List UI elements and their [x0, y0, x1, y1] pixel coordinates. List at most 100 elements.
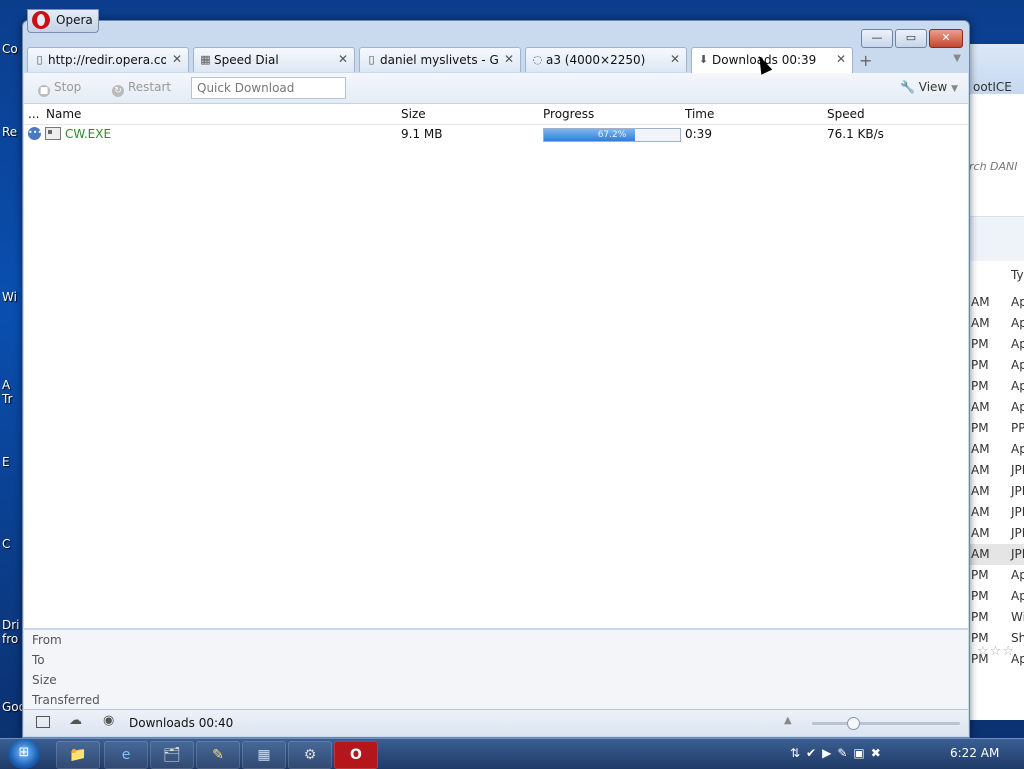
restart-button[interactable]: ↻ Restart [112, 80, 171, 97]
stop-label: Stop [54, 80, 82, 94]
new-tab-button[interactable]: + [859, 51, 872, 70]
explorer-file-type: Wi [1011, 610, 1024, 624]
explorer-search-input[interactable]: rch DANI [969, 160, 1018, 173]
tab-close-icon[interactable]: ✕ [338, 52, 348, 66]
tab-image[interactable]: ◌ a3 (4000×2250) ✕ [525, 47, 687, 72]
zoom-slider-knob[interactable] [847, 717, 861, 730]
tab-bar: ▯ http://redir.opera.co... ✕ ▦ Speed Dia… [27, 47, 963, 74]
explorer-file-type: Sh [1011, 631, 1024, 645]
column-time[interactable]: Time [685, 107, 714, 121]
details-size-label: Size [32, 673, 57, 687]
explorer-file-time: AM [971, 295, 990, 309]
download-row[interactable]: ••• CW.EXE 9.1 MB 67.2% 0:39 76.1 KB/s [24, 124, 968, 144]
explorer-file-type: Ap [1011, 316, 1024, 330]
maximize-button[interactable]: ▭ [895, 29, 927, 48]
desktop-icon-label[interactable]: A Tr [2, 378, 13, 406]
desktop-icon-label[interactable]: C [2, 537, 10, 551]
taskbar: ⊞ 📁 e 🗂 ✎ ▦ ⚙ O ⇅✔▶✎▣✖ 6:22 AM [0, 738, 1024, 769]
explorer-file-row[interactable]: PM Ap [961, 355, 1024, 376]
explorer-file-row[interactable]: PM PP [961, 418, 1024, 439]
explorer-file-type: Ap [1011, 358, 1024, 372]
tab-label: a3 (4000×2250) [546, 53, 646, 67]
view-label: View [918, 80, 948, 94]
taskbar-app[interactable]: 🗂 [150, 741, 194, 769]
tab-list-chevron-icon[interactable]: ▼ [953, 53, 961, 64]
minimize-button[interactable]: — [861, 29, 893, 48]
explorer-column-type[interactable]: Ty [1011, 268, 1024, 282]
explorer-address[interactable]: ootICE [973, 80, 1012, 94]
zoom-up-icon[interactable]: ▲ [784, 715, 792, 726]
explorer-file-type: JPE [1011, 463, 1024, 477]
opera-menu-button[interactable]: Opera [27, 9, 99, 33]
tab-close-icon[interactable]: ✕ [172, 52, 182, 66]
details-from-label: From [32, 633, 62, 647]
taskbar-notes[interactable]: ✎ [196, 741, 240, 769]
desktop-icon-label[interactable]: Co [2, 42, 18, 56]
taskbar-app-3[interactable]: ⚙ [288, 741, 332, 769]
close-window-button[interactable]: ✕ [929, 29, 963, 48]
taskbar-clock[interactable]: 6:22 AM [950, 746, 999, 760]
explorer-file-row[interactable]: AM JPE [961, 544, 1024, 565]
explorer-file-time: AM [971, 505, 990, 519]
column-size[interactable]: Size [401, 107, 426, 121]
explorer-file-type: Ap [1011, 589, 1024, 603]
opera-window: Opera — ▭ ✕ ▯ http://redir.opera.co... ✕… [22, 9, 970, 738]
taskbar-app-2[interactable]: ▦ [242, 741, 286, 769]
opera-menu-label: Opera [56, 13, 93, 27]
tab-downloads[interactable]: ⬇ Downloads 00:39 ✕ [691, 47, 853, 74]
explorer-file-row[interactable]: PM Wi [961, 607, 1024, 628]
explorer-file-type: Ap [1011, 400, 1024, 414]
download-progress-bar: 67.2% [543, 128, 681, 142]
rating-stars[interactable]: ☆☆☆ [977, 644, 1015, 659]
tab-label: http://redir.opera.co... [48, 53, 166, 67]
explorer-file-type: JPE [1011, 505, 1024, 519]
downloads-toolbar: ■ Stop ↻ Restart Quick Download 🔧 View ▼ [24, 73, 968, 104]
taskbar-explorer[interactable]: 📁 [56, 741, 100, 769]
system-tray[interactable]: ⇅✔▶✎▣✖ [790, 746, 887, 760]
column-progress[interactable]: Progress [543, 107, 594, 121]
explorer-file-row[interactable]: PM Ap [961, 376, 1024, 397]
tab-google-search[interactable]: ▯ daniel myslivets - Go... ✕ [359, 47, 521, 72]
stop-icon: ■ [38, 85, 50, 97]
explorer-file-row[interactable]: PM Ap [961, 586, 1024, 607]
stop-button[interactable]: ■ Stop [38, 80, 81, 97]
tab-redir[interactable]: ▯ http://redir.opera.co... ✕ [27, 47, 189, 72]
download-details-panel: From To Size Transferred [24, 629, 968, 710]
taskbar-opera[interactable]: O [334, 741, 378, 769]
explorer-file-row[interactable]: AM Ap [961, 397, 1024, 418]
taskbar-ie[interactable]: e [104, 741, 148, 769]
download-name[interactable]: CW.EXE [65, 127, 111, 141]
speed-dial-icon: ▦ [200, 53, 211, 66]
zoom-slider[interactable] [812, 717, 960, 730]
desktop-icon-label[interactable]: Wi [2, 290, 17, 304]
start-button[interactable]: ⊞ [8, 739, 40, 769]
explorer-file-row[interactable]: PM Ap [961, 565, 1024, 586]
explorer-file-row[interactable]: AM Ap [961, 313, 1024, 334]
panel-toggle-icon[interactable] [36, 716, 50, 728]
restart-label: Restart [128, 80, 172, 94]
column-speed[interactable]: Speed [827, 107, 865, 121]
explorer-file-row[interactable]: AM JPE [961, 481, 1024, 502]
tab-close-icon[interactable]: ✕ [504, 52, 514, 66]
explorer-file-row[interactable]: AM JPE [961, 502, 1024, 523]
column-more[interactable]: ... [28, 107, 39, 121]
explorer-file-row[interactable]: AM Ap [961, 439, 1024, 460]
downloads-status-icon[interactable]: ◉ [103, 713, 117, 728]
column-name[interactable]: Name [46, 107, 81, 121]
explorer-file-row[interactable]: AM Ap [961, 292, 1024, 313]
explorer-file-row[interactable]: AM JPE [961, 460, 1024, 481]
explorer-file-time: PM [971, 589, 989, 603]
desktop-icon-label[interactable]: Re [2, 125, 17, 139]
explorer-file-row[interactable]: PM Ap [961, 334, 1024, 355]
tab-speed-dial[interactable]: ▦ Speed Dial ✕ [193, 47, 355, 72]
explorer-file-type: JPE [1011, 484, 1024, 498]
quick-download-input[interactable]: Quick Download [191, 77, 346, 99]
view-button[interactable]: 🔧 View ▼ [900, 80, 958, 94]
desktop-icon-label[interactable]: Dri fro [2, 618, 20, 646]
tab-close-icon[interactable]: ✕ [836, 52, 846, 66]
explorer-file-row[interactable]: AM JPE [961, 523, 1024, 544]
cloud-icon[interactable]: ☁ [69, 713, 83, 728]
desktop-icon-label[interactable]: E [2, 455, 10, 469]
download-speed: 76.1 KB/s [827, 127, 884, 141]
tab-close-icon[interactable]: ✕ [670, 52, 680, 66]
